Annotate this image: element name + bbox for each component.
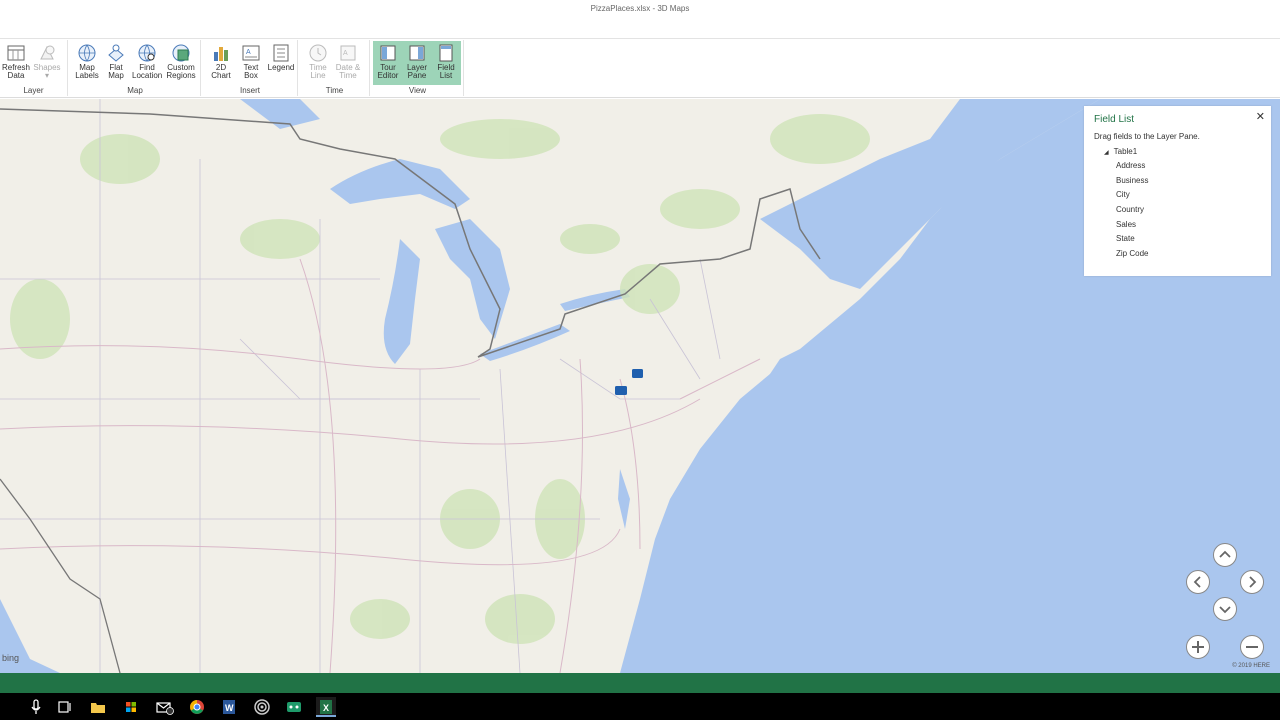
field-list-button[interactable]: Field List xyxy=(431,42,461,84)
group-label-layer: Layer xyxy=(23,86,44,95)
rotate-left-button[interactable] xyxy=(1186,570,1210,594)
task-view-icon xyxy=(58,701,71,713)
shapes-button[interactable]: Shapes ▾ xyxy=(32,42,62,84)
mail-icon xyxy=(156,702,174,715)
tour-editor-button[interactable]: Tour Editor xyxy=(373,42,403,84)
map-labels-button[interactable]: Map Labels xyxy=(72,42,102,84)
microphone-button[interactable] xyxy=(26,697,46,717)
ribbon-group-insert: 2D Chart A Text Box Legend Insert xyxy=(203,40,298,96)
mail-button[interactable] xyxy=(154,697,174,717)
time-line-button[interactable]: Time Line xyxy=(303,42,333,84)
bar-chart-icon xyxy=(214,47,228,61)
text-box-icon: A xyxy=(242,45,260,61)
status-bar xyxy=(0,673,1280,693)
date-time-button[interactable]: A Date & Time xyxy=(333,42,363,84)
text-box-button[interactable]: A Text Box xyxy=(236,42,266,84)
gamepad-icon xyxy=(287,702,301,712)
ribbon-group-view: Tour Editor Layer Pane Field List View xyxy=(372,40,464,96)
legend-icon xyxy=(273,44,289,62)
find-location-icon xyxy=(138,44,156,62)
svg-text:A: A xyxy=(343,50,348,57)
map-labels-icon xyxy=(78,44,96,62)
field-list-instruction: Drag fields to the Layer Pane. xyxy=(1094,132,1200,141)
word-icon: W xyxy=(223,700,235,714)
folder-icon xyxy=(91,703,105,713)
app-button[interactable] xyxy=(252,697,272,717)
field-item-business[interactable]: Business xyxy=(1116,174,1148,189)
field-item-zip-code[interactable]: Zip Code xyxy=(1116,247,1148,262)
collapse-triangle-icon[interactable]: ◢ xyxy=(1104,150,1109,156)
spiral-icon xyxy=(254,699,270,715)
word-button[interactable]: W xyxy=(219,697,239,717)
field-item-address[interactable]: Address xyxy=(1116,159,1148,174)
2d-chart-button[interactable]: 2D Chart xyxy=(206,42,236,84)
store-icon xyxy=(126,702,136,712)
field-list-panel: Field List ✕ Drag fields to the Layer Pa… xyxy=(1084,106,1271,276)
ribbon-group-time: Time Line A Date & Time Time xyxy=(300,40,370,96)
excel-icon: X xyxy=(320,700,332,714)
field-item-state[interactable]: State xyxy=(1116,232,1148,247)
bing-logo: bing xyxy=(2,653,20,663)
map-copyright: © 2019 HERE xyxy=(1232,663,1270,669)
group-label-time: Time xyxy=(325,86,344,95)
custom-regions-icon xyxy=(172,44,190,62)
close-icon[interactable]: ✕ xyxy=(1256,110,1265,123)
chrome-button[interactable] xyxy=(187,697,207,717)
ribbon-group-layer: Refresh Data Shapes ▾ Layer xyxy=(0,40,68,96)
zoom-in-button[interactable] xyxy=(1186,635,1210,659)
layer-pane-icon xyxy=(409,45,425,61)
custom-regions-button[interactable]: Custom Regions xyxy=(166,42,196,84)
refresh-data-icon xyxy=(7,45,25,61)
taskbar: W X xyxy=(0,693,1280,720)
chevron-up-icon xyxy=(1219,550,1231,558)
chevron-down-icon xyxy=(1219,606,1231,614)
group-label-insert: Insert xyxy=(239,86,260,95)
legend-button[interactable]: Legend xyxy=(266,42,296,84)
tilt-down-button[interactable] xyxy=(1213,597,1237,621)
svg-text:A: A xyxy=(246,49,251,56)
field-list-title: Field List xyxy=(1094,114,1135,125)
plus-icon xyxy=(1192,641,1204,653)
field-item-sales[interactable]: Sales xyxy=(1116,218,1148,233)
excel-button[interactable]: X xyxy=(316,697,336,717)
chevron-left-icon xyxy=(1193,576,1201,588)
flat-map-icon xyxy=(108,44,124,62)
svg-text:X: X xyxy=(323,703,329,713)
group-label-map: Map xyxy=(127,86,143,95)
field-item-city[interactable]: City xyxy=(1116,188,1148,203)
task-view-button[interactable] xyxy=(55,697,75,717)
flat-map-button[interactable]: Flat Map xyxy=(101,42,131,84)
refresh-data-button[interactable]: Refresh Data xyxy=(1,42,31,84)
tour-editor-icon xyxy=(380,45,396,61)
microphone-icon xyxy=(31,699,41,714)
table-node[interactable]: ◢ Table1 xyxy=(1104,147,1137,156)
data-point-marker xyxy=(632,369,643,378)
table-name: Table1 xyxy=(1113,147,1138,156)
zoom-out-button[interactable] xyxy=(1240,635,1264,659)
title-bar: PizzaPlaces.xlsx - 3D Maps xyxy=(0,0,1280,38)
data-point-marker xyxy=(615,386,627,395)
field-list-icon xyxy=(439,44,453,62)
find-location-button[interactable]: Find Location xyxy=(132,42,162,84)
rotate-right-button[interactable] xyxy=(1240,570,1264,594)
minus-icon xyxy=(1246,646,1258,648)
tilt-up-button[interactable] xyxy=(1213,543,1237,567)
field-item-country[interactable]: Country xyxy=(1116,203,1148,218)
chrome-icon xyxy=(190,700,204,714)
date-time-icon: A xyxy=(340,45,356,61)
clock-icon xyxy=(309,44,327,62)
ribbon-group-map: Map Labels Flat Map Find Location Custom… xyxy=(70,40,201,96)
game-app-button[interactable] xyxy=(284,697,304,717)
group-label-view: View xyxy=(408,86,427,95)
layer-pane-button[interactable]: Layer Pane xyxy=(402,42,432,84)
window-title: PizzaPlaces.xlsx - 3D Maps xyxy=(590,4,690,13)
chevron-right-icon xyxy=(1249,576,1257,588)
store-button[interactable] xyxy=(121,697,141,717)
svg-text:W: W xyxy=(225,703,234,713)
file-explorer-button[interactable] xyxy=(88,697,108,717)
field-items: Address Business City Country Sales Stat… xyxy=(1116,159,1148,262)
shapes-icon xyxy=(40,45,55,60)
